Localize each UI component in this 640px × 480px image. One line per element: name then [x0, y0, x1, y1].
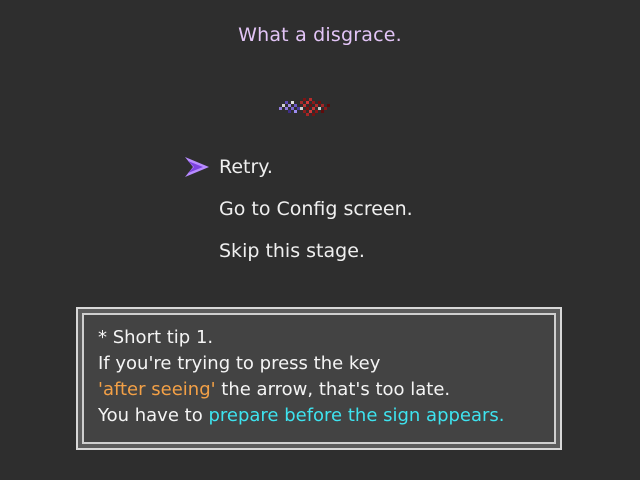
game-over-title: What a disgrace. [238, 24, 402, 46]
game-over-menu: Retry. Go to Config screen. Skip this st… [185, 154, 413, 280]
tip-text: * Short tip 1. If you're trying to press… [98, 325, 505, 429]
tip-box-inner: * Short tip 1. If you're trying to press… [82, 313, 556, 444]
tip-highlight-orange: 'after seeing' [98, 379, 216, 400]
tip-line-3-rest: the arrow, that's too late. [215, 379, 451, 400]
tip-box: * Short tip 1. If you're trying to press… [76, 307, 562, 450]
tip-line-4: You have to prepare before the sign appe… [98, 403, 505, 429]
menu-item-skip-stage-label: Skip this stage. [219, 240, 365, 262]
arrow-cursor-icon [185, 157, 209, 177]
tip-highlight-cyan: prepare before the sign appears. [208, 405, 505, 426]
tip-line-3: 'after seeing' the arrow, that's too lat… [98, 377, 505, 403]
menu-item-config-label: Go to Config screen. [219, 198, 413, 220]
menu-item-retry[interactable]: Retry. [185, 154, 413, 196]
menu-item-retry-label: Retry. [219, 156, 273, 178]
tip-line-2: If you're trying to press the key [98, 353, 381, 374]
defeated-character-sprite [279, 98, 330, 116]
tip-heading: * Short tip 1. [98, 327, 214, 348]
tip-line-4-prefix: You have to [98, 405, 209, 426]
menu-item-skip-stage[interactable]: Skip this stage. [219, 238, 413, 280]
menu-item-config[interactable]: Go to Config screen. [219, 196, 413, 238]
